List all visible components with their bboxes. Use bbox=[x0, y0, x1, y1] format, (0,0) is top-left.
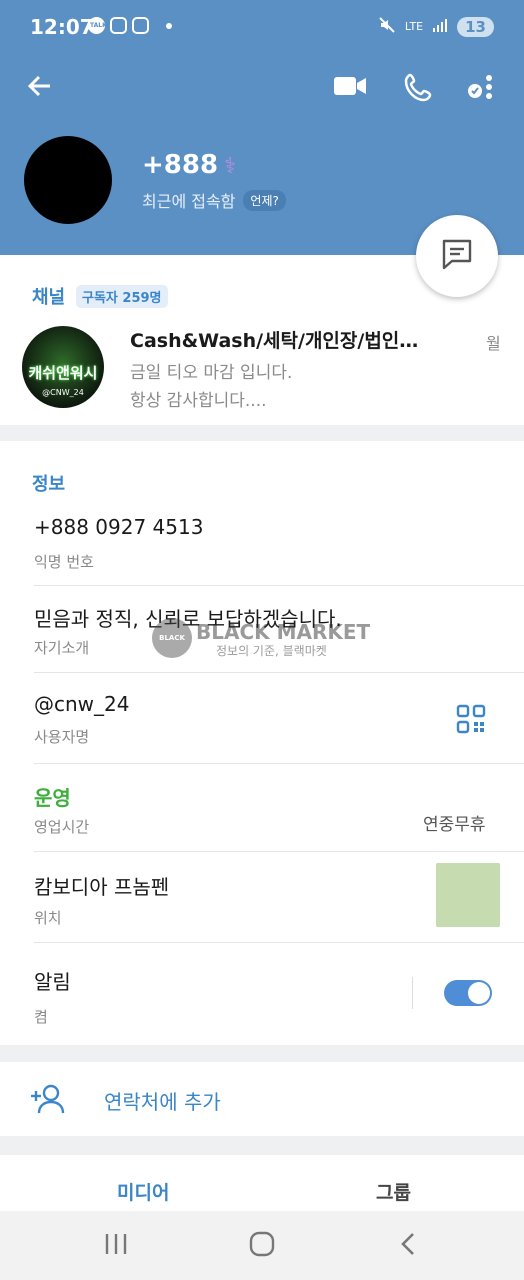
location-text[interactable]: 캄보디아 프놈펜 bbox=[34, 871, 169, 900]
mute-icon bbox=[378, 16, 396, 37]
notifications-label: 알림 bbox=[34, 970, 71, 994]
toggle-knob bbox=[468, 982, 490, 1004]
tab-media[interactable]: 미디어 bbox=[117, 1178, 169, 1205]
last-seen-text: 최근에 접속함 bbox=[142, 192, 236, 211]
back-icon[interactable] bbox=[398, 1231, 418, 1264]
video-camera-icon[interactable] bbox=[333, 74, 367, 103]
when-badge[interactable]: 언제? bbox=[243, 189, 286, 211]
last-seen: 최근에 접속함 언제? bbox=[142, 188, 286, 212]
location-map-thumbnail[interactable] bbox=[436, 863, 500, 927]
divider bbox=[34, 585, 524, 586]
username-text[interactable]: @cnw_24 bbox=[34, 692, 129, 716]
instagram-icon bbox=[110, 17, 127, 34]
phone-number[interactable]: +888 0927 4513 bbox=[34, 515, 203, 539]
signal-bars-icon bbox=[432, 18, 448, 35]
channel-avatar-text: 캐쉬앤워시 bbox=[28, 364, 98, 382]
media-tabs bbox=[0, 1155, 524, 1211]
watermark-title: BLACK MARKET bbox=[196, 620, 371, 644]
vertical-separator bbox=[412, 977, 413, 1009]
tab-groups[interactable]: 그룹 bbox=[376, 1178, 411, 1205]
more-vertical-icon[interactable] bbox=[466, 74, 494, 105]
battery-indicator: 13 bbox=[457, 16, 494, 37]
notifications-state: 켬 bbox=[34, 1008, 48, 1026]
premium-emoji-icon: ⚕ bbox=[224, 154, 236, 179]
status-time: 12:07 bbox=[30, 15, 94, 39]
divider bbox=[34, 942, 524, 943]
add-contact-row[interactable] bbox=[0, 1062, 524, 1136]
home-icon[interactable] bbox=[249, 1231, 275, 1264]
business-status: 운영 bbox=[34, 786, 71, 810]
system-navigation-bar bbox=[0, 1211, 524, 1280]
channel-preview-line-1: 금일 티오 마감 입니다. bbox=[130, 363, 293, 383]
divider bbox=[34, 851, 524, 852]
add-user-icon bbox=[30, 1084, 66, 1114]
business-hours-label: 영업시간 bbox=[34, 818, 90, 836]
phone-number-label: 익명 번호 bbox=[34, 553, 94, 571]
more-notifications-dot-icon bbox=[166, 22, 172, 29]
business-hours-value[interactable]: 연중무휴 bbox=[423, 810, 486, 835]
bio-label: 자기소개 bbox=[34, 639, 90, 657]
watermark-logo: BLACK MARKET bbox=[152, 618, 192, 682]
status-right: LTE 13 bbox=[378, 16, 494, 37]
message-button[interactable] bbox=[416, 215, 498, 297]
signal-label: LTE bbox=[404, 20, 424, 33]
phone-icon[interactable] bbox=[404, 72, 434, 107]
watermark-subtitle: 정보의 기준, 블랙마켓 bbox=[216, 644, 327, 658]
channel-section-label: 채널 bbox=[32, 287, 66, 308]
divider bbox=[34, 672, 524, 673]
status-bar: 12:07 TALK LTE 13 bbox=[0, 0, 524, 56]
avatar[interactable] bbox=[24, 136, 112, 224]
recent-apps-icon[interactable] bbox=[104, 1231, 128, 1264]
qr-code-icon[interactable] bbox=[456, 704, 486, 734]
channel-avatar[interactable]: 캐쉬앤워시 @CNW_24 bbox=[22, 326, 104, 408]
notification-icons: TALK bbox=[88, 17, 172, 34]
info-section-label: 정보 bbox=[32, 474, 66, 495]
arrow-left-icon[interactable] bbox=[26, 72, 54, 105]
divider bbox=[34, 763, 524, 764]
location-label: 위치 bbox=[34, 909, 62, 927]
username-label: 사용자명 bbox=[34, 728, 90, 746]
instagram-icon-2 bbox=[132, 17, 149, 34]
add-contact-button[interactable]: 연락처에 추가 bbox=[104, 1086, 221, 1115]
talk-notification-icon: TALK bbox=[88, 17, 107, 34]
subscriber-count-badge: 구독자 259명 bbox=[76, 285, 168, 308]
notifications-toggle[interactable] bbox=[444, 980, 492, 1006]
channel-title[interactable]: Cash&Wash/세탁/개인장/법인… bbox=[130, 326, 445, 353]
profile-name-text: +888 bbox=[142, 150, 219, 180]
channel-preview-line-2: 항상 감사합니다.... bbox=[130, 391, 267, 411]
channel-date: 월 bbox=[486, 334, 501, 353]
channel-avatar-handle: @CNW_24 bbox=[42, 388, 84, 397]
profile-name: +888 ⚕ bbox=[142, 150, 236, 180]
message-icon bbox=[440, 238, 474, 274]
